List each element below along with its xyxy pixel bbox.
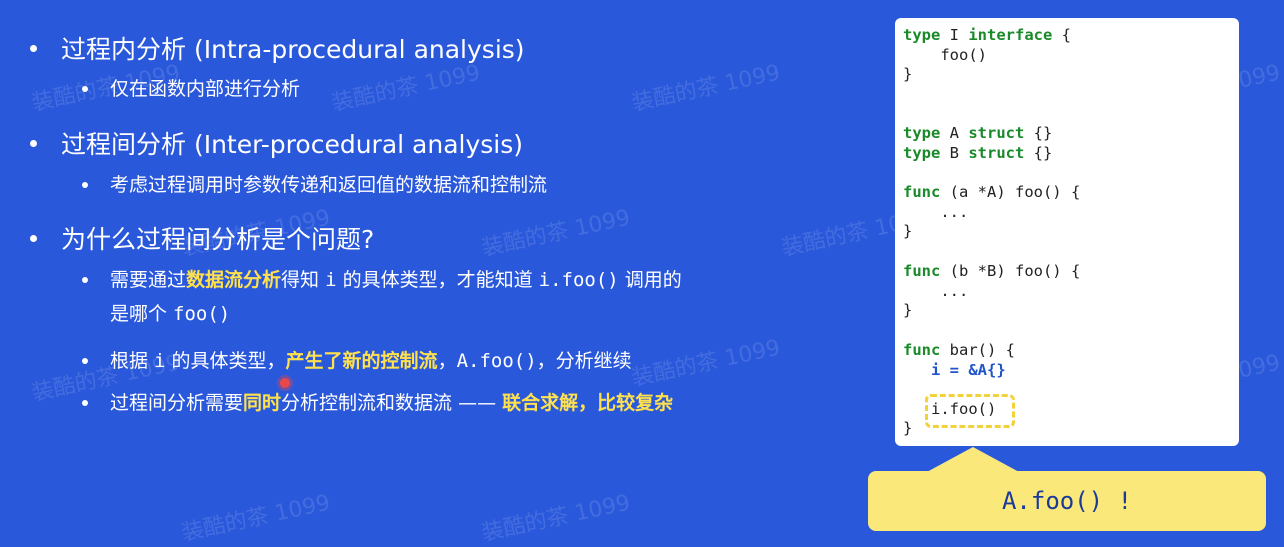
watermark: 装酷的茶 1099 [479, 205, 633, 262]
code-text: A [940, 124, 969, 142]
sub-bullet-joint-solve: 过程间分析需要同时分析控制流和数据流 —— 联合求解，比较复杂 [82, 386, 812, 420]
code-text: { [1052, 26, 1071, 44]
code-line: } [903, 419, 913, 437]
highlight-text: 同时 [243, 392, 282, 414]
sub-bullet-new-controlflow: 根据 i 的具体类型，产生了新的控制流，A.foo()，分析继续 [82, 344, 812, 378]
highlight-text: 联合求解，比较复杂 [502, 392, 674, 414]
bullet-dot [30, 44, 37, 52]
bullet-why-problem: 为什么过程间分析是个问题? [30, 220, 374, 256]
keyword: func [903, 341, 941, 359]
bullet-intra-procedural: 过程内分析 (Intra-procedural analysis) [30, 30, 525, 66]
text-segment: ，分析继续 [536, 350, 632, 372]
pointer-dot [280, 378, 290, 388]
code-line-assignment: i = &A{} [903, 361, 1006, 379]
keyword: type [903, 144, 941, 162]
text-segment: ， [437, 350, 457, 372]
code-text: i [325, 269, 337, 291]
callout-pointer [925, 447, 1021, 473]
keyword: interface [968, 26, 1053, 44]
code-text: (b *B) foo() { [940, 262, 1081, 280]
callout-text: A.foo() ! [1001, 487, 1133, 515]
bullet-inter-procedural: 过程间分析 (Inter-procedural analysis) [30, 125, 523, 161]
text-segment: 过程间分析需要 [110, 392, 244, 414]
code-line: } [903, 65, 913, 83]
bullet-text: 过程间分析需要同时分析控制流和数据流 —— 联合求解，比较复杂 [110, 386, 673, 420]
text-segment: 的具体类型，才能知道 [336, 269, 539, 291]
code-line: } [903, 222, 913, 240]
code-text: {} [1024, 124, 1053, 142]
code-panel: type I interface { foo() } type A struct… [895, 18, 1239, 446]
keyword: struct [968, 124, 1025, 142]
highlight-text: 数据流分析 [186, 269, 282, 291]
code-text: B [940, 144, 969, 162]
callout-box: A.foo() ! [868, 471, 1266, 531]
bullet-text: 过程间分析 (Inter-procedural analysis) [61, 130, 523, 159]
code-line: func (b *B) foo() { [903, 262, 1080, 280]
text-segment: 根据 [110, 350, 155, 372]
code-text: I [940, 26, 969, 44]
code-text: bar() { [940, 341, 1015, 359]
text-segment: 调用的 [618, 269, 682, 291]
keyword: struct [968, 144, 1025, 162]
keyword: func [903, 183, 941, 201]
keyword: type [903, 26, 941, 44]
keyword: type [903, 124, 941, 142]
code-text: (a *A) foo() { [940, 183, 1081, 201]
code-text: i.foo() [538, 269, 619, 291]
bullet-dot [30, 139, 37, 147]
bullet-dot [82, 182, 88, 188]
bullet-text: 仅在函数内部进行分析 [110, 78, 301, 100]
watermark: 装酷的茶 1099 [179, 490, 333, 547]
code-text: i [154, 350, 166, 372]
sub-bullet-dataflow: 需要通过数据流分析得知 i 的具体类型，才能知道 i.foo() 调用的 是哪个… [82, 263, 812, 331]
code-line: foo() [903, 46, 987, 64]
bullet-dot [82, 400, 88, 406]
code-line: func (a *A) foo() { [903, 183, 1080, 201]
text-segment: 是哪个 [110, 303, 174, 325]
code-line-call: i.foo() [903, 400, 997, 418]
bullet-dot [30, 234, 37, 242]
code-text: A.foo() [456, 350, 537, 372]
code-line: } [903, 301, 913, 319]
code-text: {} [1024, 144, 1053, 162]
code-line: ... [903, 203, 969, 221]
text-segment: 分析控制流和数据流 —— [281, 392, 503, 414]
bullet-text: 考虑过程调用时参数传递和返回值的数据流和控制流 [110, 174, 548, 196]
bullet-dot [82, 86, 88, 92]
code-line: ... [903, 282, 969, 300]
text-segment: 的具体类型， [165, 350, 286, 372]
code-line: type I interface { [903, 26, 1071, 44]
highlight-text: 产生了新的控制流 [285, 350, 438, 372]
bullet-dot [82, 358, 88, 364]
code-line: type A struct {} [903, 124, 1052, 142]
bullet-text: 需要通过数据流分析得知 i 的具体类型，才能知道 i.foo() 调用的 是哪个… [110, 263, 682, 331]
bullet-text: 过程内分析 (Intra-procedural analysis) [61, 35, 525, 64]
code-text: foo() [173, 303, 231, 325]
sub-bullet-inter: 考虑过程调用时参数传递和返回值的数据流和控制流 [82, 168, 812, 202]
keyword: func [903, 262, 941, 280]
text-segment: 得知 [281, 269, 326, 291]
sub-bullet-intra: 仅在函数内部进行分析 [82, 72, 812, 106]
watermark: 装酷的茶 1099 [479, 490, 633, 547]
bullet-dot [82, 277, 88, 283]
code-line: func bar() { [903, 341, 1015, 359]
bullet-text: 根据 i 的具体类型，产生了新的控制流，A.foo()，分析继续 [110, 344, 632, 378]
bullet-text: 为什么过程间分析是个问题? [61, 225, 375, 254]
text-segment: 需要通过 [110, 269, 187, 291]
code-line: type B struct {} [903, 144, 1052, 162]
